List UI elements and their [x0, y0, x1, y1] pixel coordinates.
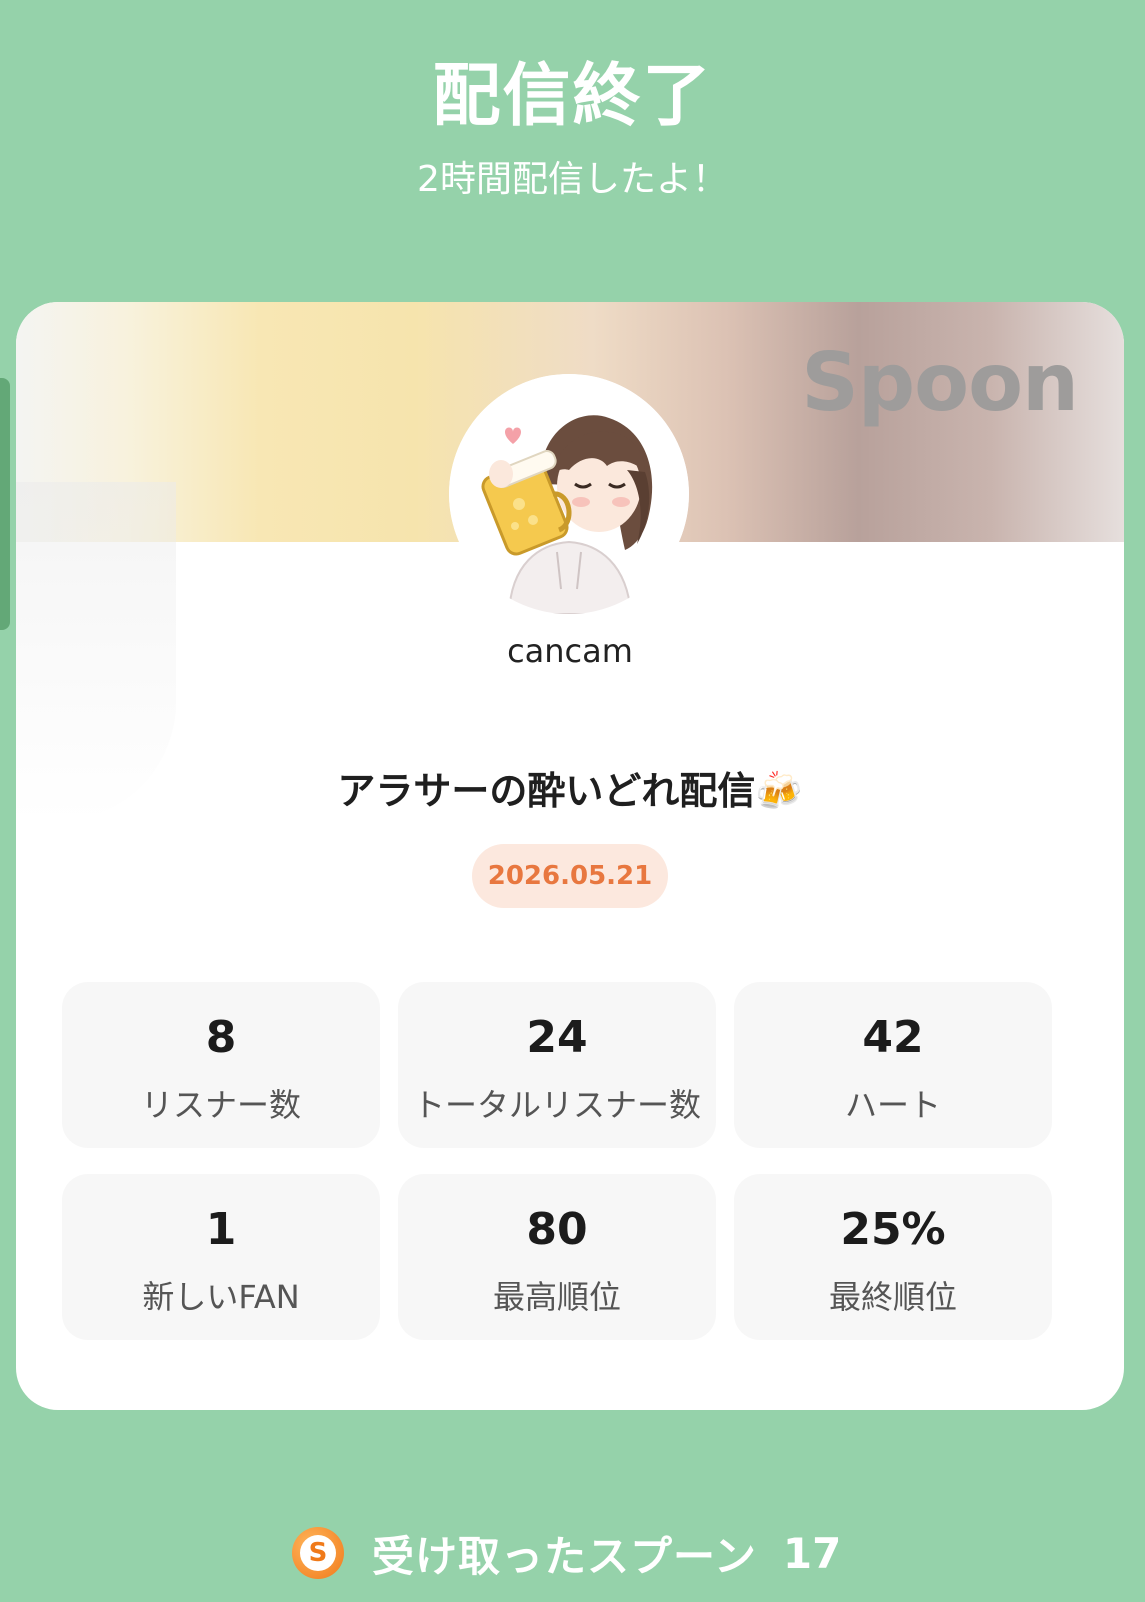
- received-spoons-label: 受け取ったスプーン: [372, 1531, 757, 1581]
- spoon-coin-icon: S: [292, 1527, 344, 1579]
- stat-listeners: 8 リスナー数: [62, 982, 380, 1148]
- stat-label: トータルリスナー数: [412, 1086, 701, 1124]
- stat-value: 25%: [840, 1204, 946, 1255]
- stat-value: 80: [526, 1204, 588, 1255]
- stat-highest-rank: 80 最高順位: [398, 1174, 716, 1340]
- coin-letter: S: [300, 1535, 336, 1571]
- avatar-illustration-icon: [449, 374, 689, 614]
- received-spoons: S 受け取ったスプーン 17: [292, 1524, 841, 1582]
- stat-label: 最終順位: [828, 1278, 957, 1316]
- stat-value: 24: [526, 1012, 588, 1063]
- stream-title: アラサーの酔いどれ配信🍻: [337, 769, 803, 813]
- page-title: 配信終了: [432, 57, 713, 136]
- stat-label: リスナー数: [140, 1086, 301, 1124]
- summary-card: Spoon cancam アラサーの酔いどれ配信🍻 2026.05.21 8 リ…: [16, 302, 1124, 1410]
- stat-label: ハート: [844, 1086, 941, 1124]
- stat-hearts: 42 ハート: [734, 982, 1052, 1148]
- stat-value: 8: [205, 1012, 237, 1063]
- stat-value: 42: [862, 1012, 924, 1063]
- stat-value: 1: [205, 1204, 237, 1255]
- received-spoons-count: 17: [782, 1528, 842, 1578]
- stat-total-listeners: 24 トータルリスナー数: [398, 982, 716, 1148]
- side-edge-tab: [0, 378, 10, 630]
- stat-new-fans: 1 新しいFAN: [62, 1174, 380, 1340]
- stat-label: 新しいFAN: [142, 1278, 300, 1316]
- date-badge: 2026.05.21: [472, 844, 668, 908]
- stat-label: 最高順位: [492, 1278, 621, 1316]
- page-subtitle: 2時間配信したよ！: [417, 159, 728, 200]
- spoon-logo: Spoon: [801, 336, 1079, 429]
- avatar[interactable]: [449, 374, 689, 614]
- stat-final-rank: 25% 最終順位: [734, 1174, 1052, 1340]
- username: cancam: [507, 632, 633, 670]
